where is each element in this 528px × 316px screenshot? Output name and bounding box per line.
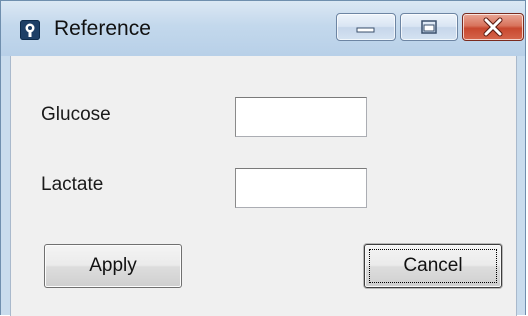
maximize-icon: [421, 20, 437, 34]
close-button[interactable]: [462, 13, 524, 41]
apply-button[interactable]: Apply: [44, 244, 182, 288]
minimize-icon: [356, 27, 375, 33]
maximize-button[interactable]: [400, 13, 458, 41]
cancel-button[interactable]: Cancel: [364, 244, 502, 288]
window-title: Reference: [54, 17, 151, 40]
title-bar[interactable]: Reference: [1, 1, 525, 56]
glucose-label: Glucose: [41, 104, 111, 125]
minimize-button[interactable]: [336, 13, 396, 41]
lactate-input[interactable]: [235, 168, 367, 208]
cancel-button-label: Cancel: [403, 255, 463, 276]
caption-buttons: [336, 13, 524, 41]
apply-button-label: Apply: [89, 255, 137, 276]
close-icon: [483, 17, 503, 37]
application-icon[interactable]: [20, 20, 40, 40]
lactate-label: Lactate: [41, 174, 104, 195]
dialog-client-area: Glucose Lactate Apply Cancel: [10, 56, 517, 316]
reference-dialog: Reference Glucose Lactate Apply Cancel: [0, 0, 526, 316]
glucose-input[interactable]: [235, 97, 367, 137]
